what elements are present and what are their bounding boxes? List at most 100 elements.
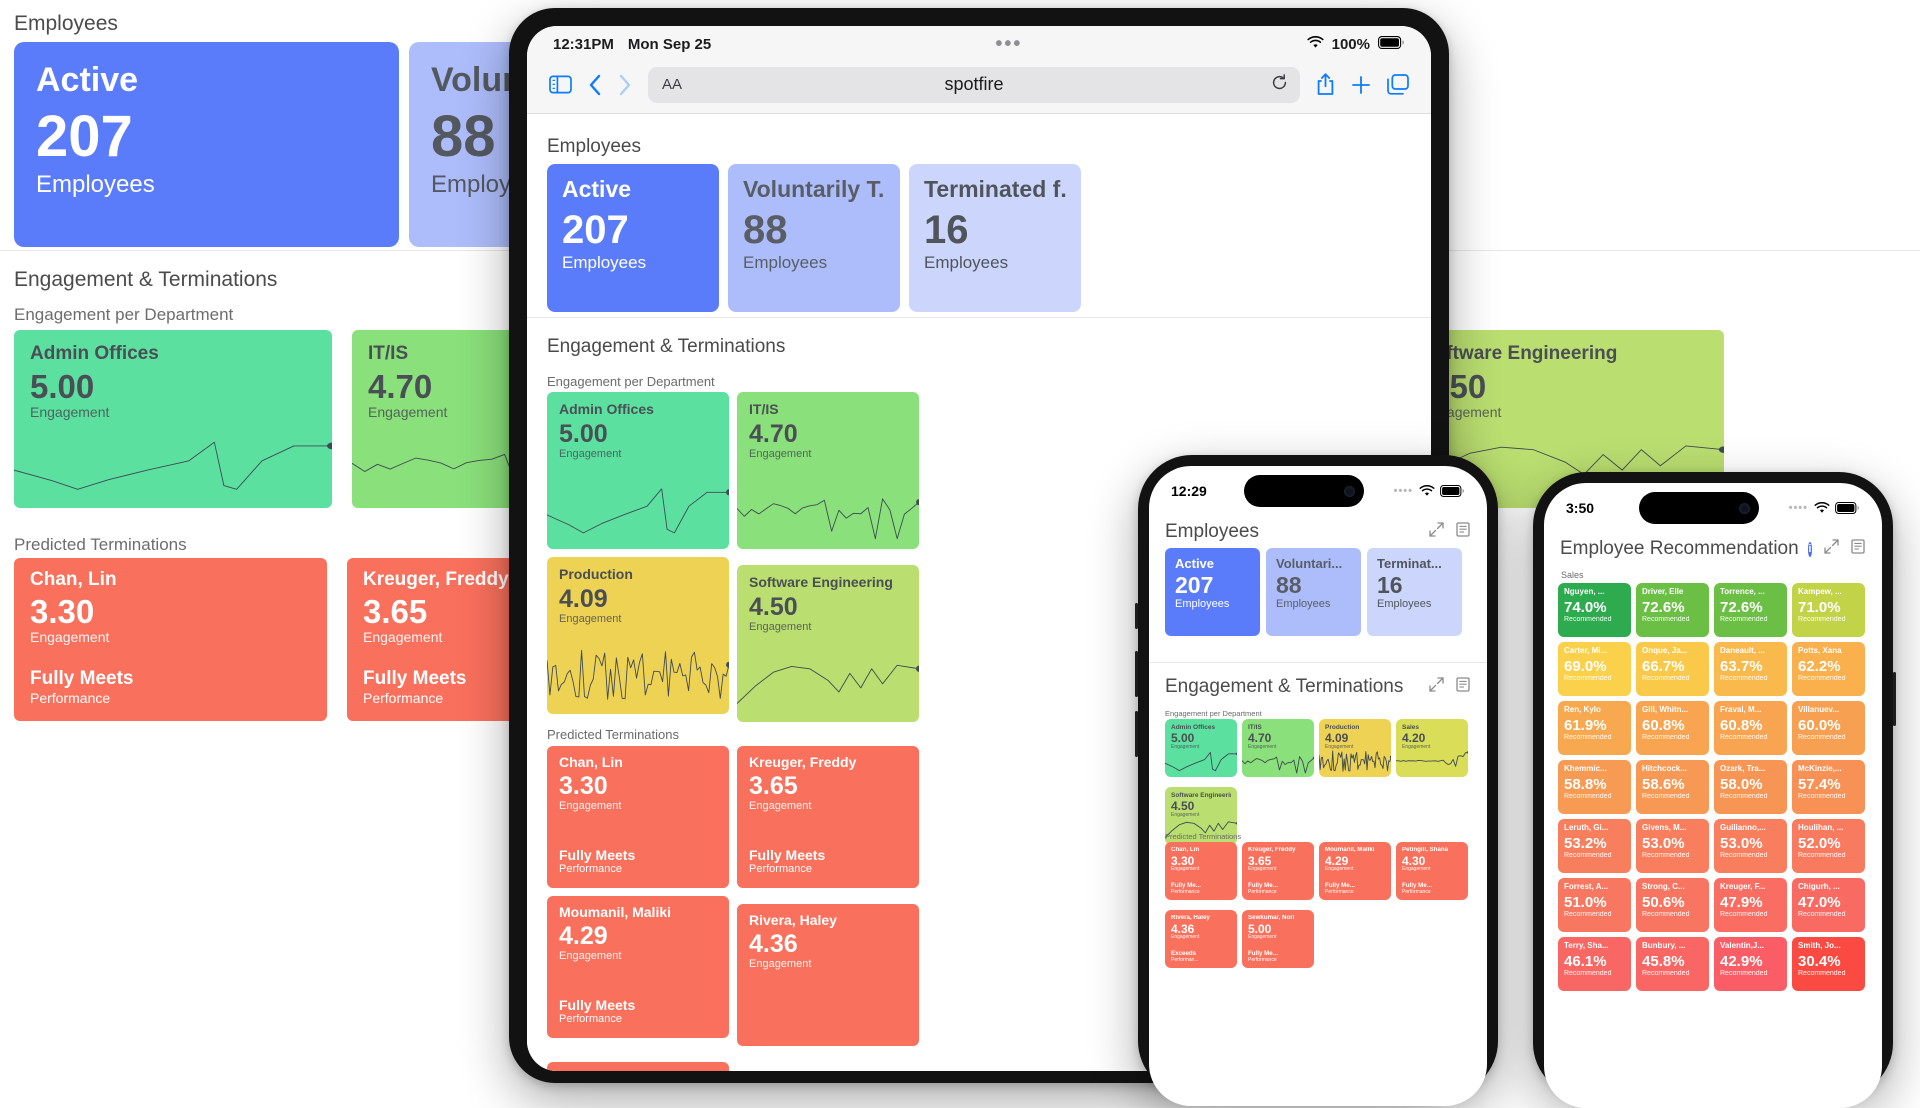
engagement-card[interactable]: Admin Offices 5.00 Engagement — [1165, 719, 1237, 777]
phone1-volume-down-button[interactable] — [1135, 711, 1138, 757]
termination-card[interactable]: Sewkumar, Nori5.00Engagement — [547, 1062, 729, 1071]
phone1-volume-up-button[interactable] — [1135, 651, 1138, 697]
list-menu-icon[interactable] — [1456, 676, 1471, 698]
recommendation-card[interactable]: Fraval, M... 60.8% Recommended — [1714, 701, 1787, 755]
kpi-card[interactable]: Voluntarily T... 88Employees — [728, 164, 900, 312]
recommendation-card-name: Chigurh, ... — [1798, 883, 1840, 891]
engagement-card[interactable]: Production 4.09 Engagement — [547, 557, 729, 714]
phone2-status-bar: 3:50 •••• — [1544, 498, 1882, 518]
back-chevron-icon[interactable] — [588, 74, 602, 96]
engagement-card[interactable]: IT/IS 4.70 Engagement — [737, 392, 919, 549]
engagement-card-department: Production — [559, 567, 633, 582]
recommendation-card-value: 53.0% — [1642, 834, 1685, 852]
termination-card-label: Engagement — [1171, 866, 1200, 873]
engagement-card[interactable]: IT/IS 4.70 Engagement — [1242, 719, 1314, 777]
engagement-card[interactable]: Production 4.09 Engagement — [1319, 719, 1391, 777]
recommendation-card[interactable]: Villanuev... 60.0% Recommended — [1792, 701, 1865, 755]
expand-icon[interactable] — [1824, 539, 1839, 559]
status-time: 12:29 — [1171, 483, 1207, 499]
recommendation-card[interactable]: Forrest, A... 51.0% Recommended — [1558, 878, 1631, 932]
recommendation-card-value: 53.0% — [1720, 834, 1763, 852]
termination-card[interactable]: Rivera, Haley 4.36 Engagement — [737, 904, 919, 1046]
expand-icon[interactable] — [1429, 522, 1444, 542]
termination-card-label: Engagement — [749, 957, 812, 970]
recommendation-card-name: Ozark, Tra... — [1720, 765, 1766, 773]
termination-card[interactable]: Chan, Lin 3.30 Engagement Fully Me... Perfor… — [1165, 842, 1237, 900]
recommendation-card[interactable]: Terry, Sha... 46.1% Recommended — [1558, 937, 1631, 991]
phone2-power-button[interactable] — [1893, 672, 1896, 726]
recommendation-card[interactable]: Smith, Jo... 30.4% Recommended — [1792, 937, 1865, 991]
termination-card-label: Engagement — [1171, 934, 1200, 941]
recommendation-card-label: Recommended — [1564, 615, 1612, 623]
recommendation-card[interactable]: Torrence, ... 72.6% Recommended — [1714, 583, 1787, 637]
kpi-card[interactable]: Active 207 Employees — [547, 164, 719, 312]
kpi-card[interactable]: Active 207 Employees — [14, 42, 399, 247]
termination-card[interactable]: Moumanil, Maliki 4.29 Engagement Fully Me..… — [1319, 842, 1391, 900]
recommendation-card[interactable]: McKinzie,... 57.4% Recommended — [1792, 760, 1865, 814]
engagement-card-value: 5.00 — [1171, 731, 1195, 746]
recommendation-card[interactable]: Potts, Xana 62.2% Recommended — [1792, 642, 1865, 696]
kpi-card-value: 88 — [743, 208, 788, 253]
recommendation-card[interactable]: Ren, Kylo 61.9% Recommended — [1558, 701, 1631, 755]
recommendation-card[interactable]: Ozark, Tra... 58.0% Recommended — [1714, 760, 1787, 814]
termination-card-label: Engagement — [1248, 934, 1277, 941]
kpi-card-label: Employees — [36, 171, 155, 199]
termination-card[interactable]: Sewkumar, Nori 5.00 Engagement Fully Me... P… — [1242, 910, 1314, 968]
engagement-card[interactable]: Software Engineering 4.50Engagement — [737, 565, 919, 722]
kpi-card[interactable]: Terminat... 16 Employees — [1367, 548, 1462, 636]
sidebar-toggle-icon[interactable] — [549, 75, 572, 94]
recommendation-card[interactable]: Hitchcock... 58.6% Recommended — [1636, 760, 1709, 814]
kpi-card[interactable]: Active 207 Employees — [1165, 548, 1260, 636]
address-bar[interactable]: AA spotfire — [648, 66, 1300, 103]
recommendation-card[interactable]: Givens, M... 53.0% Recommended — [1636, 819, 1709, 873]
recommendation-card[interactable]: Kampew, ... 71.0% Recommended — [1792, 583, 1865, 637]
tablet-terminations-sub-title: Predicted Terminations — [547, 727, 679, 742]
termination-card[interactable]: Rivera, Haley 4.36 Engagement Exceeds Perfor… — [1165, 910, 1237, 968]
termination-card-performance: Fully Me... Performance — [1248, 949, 1278, 963]
recommendation-card[interactable]: Kreuger, F... 47.9% Recommended — [1714, 878, 1787, 932]
plus-icon[interactable] — [1351, 75, 1371, 95]
termination-card[interactable]: Petingill, Shana 4.30 Engagement Fully Me..… — [1396, 842, 1468, 900]
recommendation-card[interactable]: Valentin,J... 42.9% Recommended — [1714, 937, 1787, 991]
recommendation-card[interactable]: Houlihan, ... 52.0% Recommended — [1792, 819, 1865, 873]
engagement-card-label: Engagement — [30, 403, 110, 420]
engagement-card[interactable]: Sales 4.20 Engagement — [1396, 719, 1468, 777]
recommendation-card[interactable]: Guilianno,... 53.0% Recommended — [1714, 819, 1787, 873]
termination-card[interactable]: Moumanil, Maliki 4.29 Engagement Fully Meet… — [547, 896, 729, 1038]
kpi-card[interactable]: Voluntari... 88 Employees — [1266, 548, 1361, 636]
recommendation-card[interactable]: Driver, Elle 72.6% Recommended — [1636, 583, 1709, 637]
recommendation-card[interactable]: Bunbury, ... 45.8% Recommended — [1636, 937, 1709, 991]
expand-icon[interactable] — [1429, 677, 1444, 697]
recommendation-card-value: 50.6% — [1642, 893, 1685, 911]
list-menu-icon[interactable] — [1456, 521, 1471, 543]
termination-card[interactable]: Chan, Lin 3.30 Engagement Fully Meets Perfor… — [547, 746, 729, 888]
termination-card[interactable]: Kreuger, Freddy 3.65 Engagement Fully Me...… — [1242, 842, 1314, 900]
recommendation-card-label: Recommended — [1642, 969, 1690, 977]
recommendation-card[interactable]: Onque, Ja... 66.7% Recommended — [1636, 642, 1709, 696]
recommendation-card-name: Potts, Xana — [1798, 647, 1842, 655]
phone1-mute-button[interactable] — [1135, 603, 1138, 629]
engagement-card[interactable]: Admin Offices 5.00 Engagement — [547, 392, 729, 549]
tabs-overview-icon[interactable] — [1387, 74, 1409, 95]
phone2-header: Employee Recommendation i — [1544, 538, 1882, 560]
recommendation-card[interactable]: Daneault, ... 63.7% Recommended — [1714, 642, 1787, 696]
battery-percent: 100% — [1331, 35, 1370, 53]
reload-icon[interactable] — [1271, 73, 1288, 96]
engagement-card[interactable]: Admin Offices 5.00 Engagement — [14, 330, 332, 508]
termination-card[interactable]: Chan, Lin 3.30 Engagement Fully Meets Perfor… — [14, 558, 327, 721]
recommendation-card[interactable]: Chigurh, ... 47.0% Recommended — [1792, 878, 1865, 932]
recommendation-card[interactable]: Carter, Mi... 69.0% Recommended — [1558, 642, 1631, 696]
recommendation-card[interactable]: Gill, Whitn... 60.8% Recommended — [1636, 701, 1709, 755]
recommendation-card[interactable]: Khemmic... 58.8% Recommended — [1558, 760, 1631, 814]
info-icon[interactable]: i — [1807, 541, 1812, 557]
desktop-terminations-sub-title: Predicted Terminations — [14, 535, 187, 554]
list-menu-icon[interactable] — [1851, 538, 1866, 560]
recommendation-card[interactable]: Leruth, Gi... 53.2% Recommended — [1558, 819, 1631, 873]
termination-card[interactable]: Kreuger, Freddy 3.65 Engagement Fully Meets… — [737, 746, 919, 888]
recommendation-card[interactable]: Strong, C... 50.6% Recommended — [1636, 878, 1709, 932]
kpi-card[interactable]: Terminated f... 16Employees — [909, 164, 1081, 312]
share-icon[interactable] — [1316, 73, 1335, 96]
recommendation-card-value: 58.6% — [1642, 775, 1685, 793]
engagement-card-department: Sales — [1402, 724, 1419, 731]
recommendation-card[interactable]: Nguyen, ... 74.0% Recommended — [1558, 583, 1631, 637]
